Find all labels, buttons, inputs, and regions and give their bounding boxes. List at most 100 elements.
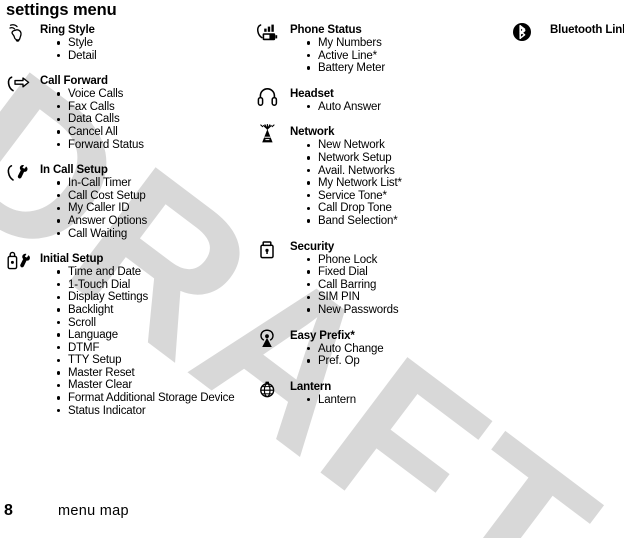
bullet-icon — [57, 295, 61, 299]
footer-page-number: 8 — [4, 502, 13, 519]
menu-item-label: My Network List* — [318, 177, 402, 190]
menu-item: Avail. Networks — [307, 164, 456, 178]
menu-item-list: My Numbers Active Line* Battery Meter — [290, 37, 456, 75]
menu-item: Language — [57, 329, 254, 342]
menu-item: Scroll — [57, 317, 254, 330]
menu-group-ring-style: Ring Style Style Detail — [6, 22, 254, 62]
bullet-icon — [57, 408, 61, 413]
initial-setup-icon — [6, 251, 32, 273]
bullet-icon — [57, 181, 61, 185]
menu-item-label: Time and Date — [68, 266, 142, 279]
menu-item-label: Data Calls — [68, 113, 120, 126]
bullet-icon — [307, 346, 311, 351]
menu-item-label: Call Cost Setup — [68, 189, 146, 202]
menu-item: Auto Answer — [307, 100, 456, 114]
bullet-icon — [307, 397, 311, 402]
menu-item: TTY Setup — [57, 354, 254, 367]
menu-item: Answer Options — [57, 215, 254, 228]
easy-prefix-icon — [256, 328, 282, 350]
bullet-icon — [57, 320, 61, 325]
menu-item-list: Phone Lock Fixed Dial Call Barring SIM PIN N… — [290, 254, 456, 317]
menu-group-title: Bluetooth Link — [550, 24, 624, 36]
menu-item: 1-Touch Dial — [57, 279, 254, 292]
menu-item: Status Indicator — [57, 404, 254, 418]
bullet-icon — [307, 66, 311, 70]
menu-item: Service Tone* — [307, 189, 456, 203]
bullet-icon — [57, 333, 61, 337]
menu-group-title: Network — [290, 126, 335, 139]
in-call-setup-icon — [6, 162, 32, 184]
bullet-icon — [307, 168, 311, 173]
ring-style-icon — [6, 22, 32, 44]
bullet-icon — [57, 117, 61, 122]
menu-item: DTMF — [57, 341, 254, 355]
menu-item-label: Battery Meter — [318, 62, 386, 75]
menu-item: My Caller ID — [57, 202, 254, 215]
menu-item: Network Setup — [307, 152, 456, 165]
menu-item-list: In-Call Timer Call Cost Setup My Caller ID… — [40, 177, 254, 240]
menu-item: Pref. Op — [307, 355, 456, 368]
menu-item-label: TTY Setup — [68, 354, 122, 367]
menu-item-label: New Network — [318, 139, 385, 152]
menu-group-title: Security — [290, 240, 335, 253]
bullet-icon — [57, 130, 61, 134]
bullet-icon — [57, 53, 61, 58]
bullet-icon — [307, 257, 311, 262]
menu-item-list: Style Detail — [40, 37, 254, 62]
menu-group-title: Easy Prefix* — [290, 329, 355, 342]
menu-group-title: Headset — [290, 87, 334, 100]
menu-item-label: DTMF — [68, 341, 100, 354]
menu-group-title: Ring Style — [40, 24, 95, 36]
menu-item-label: Lantern — [318, 393, 356, 406]
bullet-icon — [307, 206, 311, 211]
menu-item-label: Avail. Networks — [318, 164, 395, 177]
menu-group-network: Network New Network Network Setup Avail. Ne… — [256, 124, 456, 227]
bullet-icon — [307, 270, 311, 274]
menu-item: New Passwords — [307, 304, 456, 317]
call-forward-icon — [6, 73, 32, 95]
menu-item-label: SIM PIN — [318, 291, 360, 304]
bullet-icon — [307, 295, 311, 299]
security-lock-icon — [256, 239, 282, 261]
menu-item: Fixed Dial — [307, 266, 456, 279]
menu-item-label: Service Tone* — [318, 189, 387, 202]
menu-group-title: Initial Setup — [40, 253, 104, 266]
menu-item-label: Band Selection* — [318, 214, 398, 227]
menu-item: Auto Change — [307, 343, 456, 356]
bullet-icon — [57, 219, 61, 223]
menu-item-label: In-Call Timer — [68, 177, 132, 190]
menu-item-label: Voice Calls — [68, 88, 124, 101]
menu-group-security: Security Phone Lock Fixed Dial Call Barring… — [256, 239, 456, 317]
headset-icon — [256, 86, 282, 108]
menu-item-label: Backlight — [68, 303, 114, 316]
menu-item-label: Cancel All — [68, 125, 118, 138]
menu-item: Forward Status — [57, 138, 254, 152]
menu-item-label: Status Indicator — [68, 404, 146, 417]
menu-item: Data Calls — [57, 113, 254, 126]
menu-item-label: Format Additional Storage Device — [68, 392, 235, 405]
menu-item-label: Call Waiting — [68, 227, 128, 240]
bullet-icon — [57, 206, 61, 211]
menu-item-label: Auto Answer — [318, 100, 381, 113]
menu-item: Call Waiting — [57, 227, 254, 241]
bullet-icon — [307, 53, 311, 58]
bullet-icon — [57, 142, 61, 147]
menu-item: SIM PIN — [307, 291, 456, 304]
menu-item: In-Call Timer — [57, 177, 254, 190]
menu-item-label: Forward Status — [68, 138, 144, 151]
menu-item-label: Language — [68, 329, 118, 342]
menu-item-label: Call Barring — [318, 278, 377, 291]
menu-item: Voice Calls — [57, 88, 254, 101]
menu-item: Display Settings — [57, 291, 254, 304]
menu-column-1: Ring Style Style Detail Call Forward Voice … — [6, 22, 254, 417]
menu-item: Style — [57, 37, 254, 50]
menu-item: Phone Lock — [307, 254, 456, 267]
bullet-icon — [57, 383, 61, 388]
menu-item-list: Time and Date 1-Touch Dial Display Setting… — [40, 266, 254, 417]
menu-item-label: Fixed Dial — [318, 266, 368, 279]
menu-item-list: Auto Change Pref. Op — [290, 343, 456, 368]
menu-group-bluetooth-link: Bluetooth Link — [506, 22, 624, 44]
menu-item-label: Display Settings — [68, 291, 149, 304]
bullet-icon — [57, 231, 61, 236]
menu-item: New Network — [307, 139, 456, 152]
